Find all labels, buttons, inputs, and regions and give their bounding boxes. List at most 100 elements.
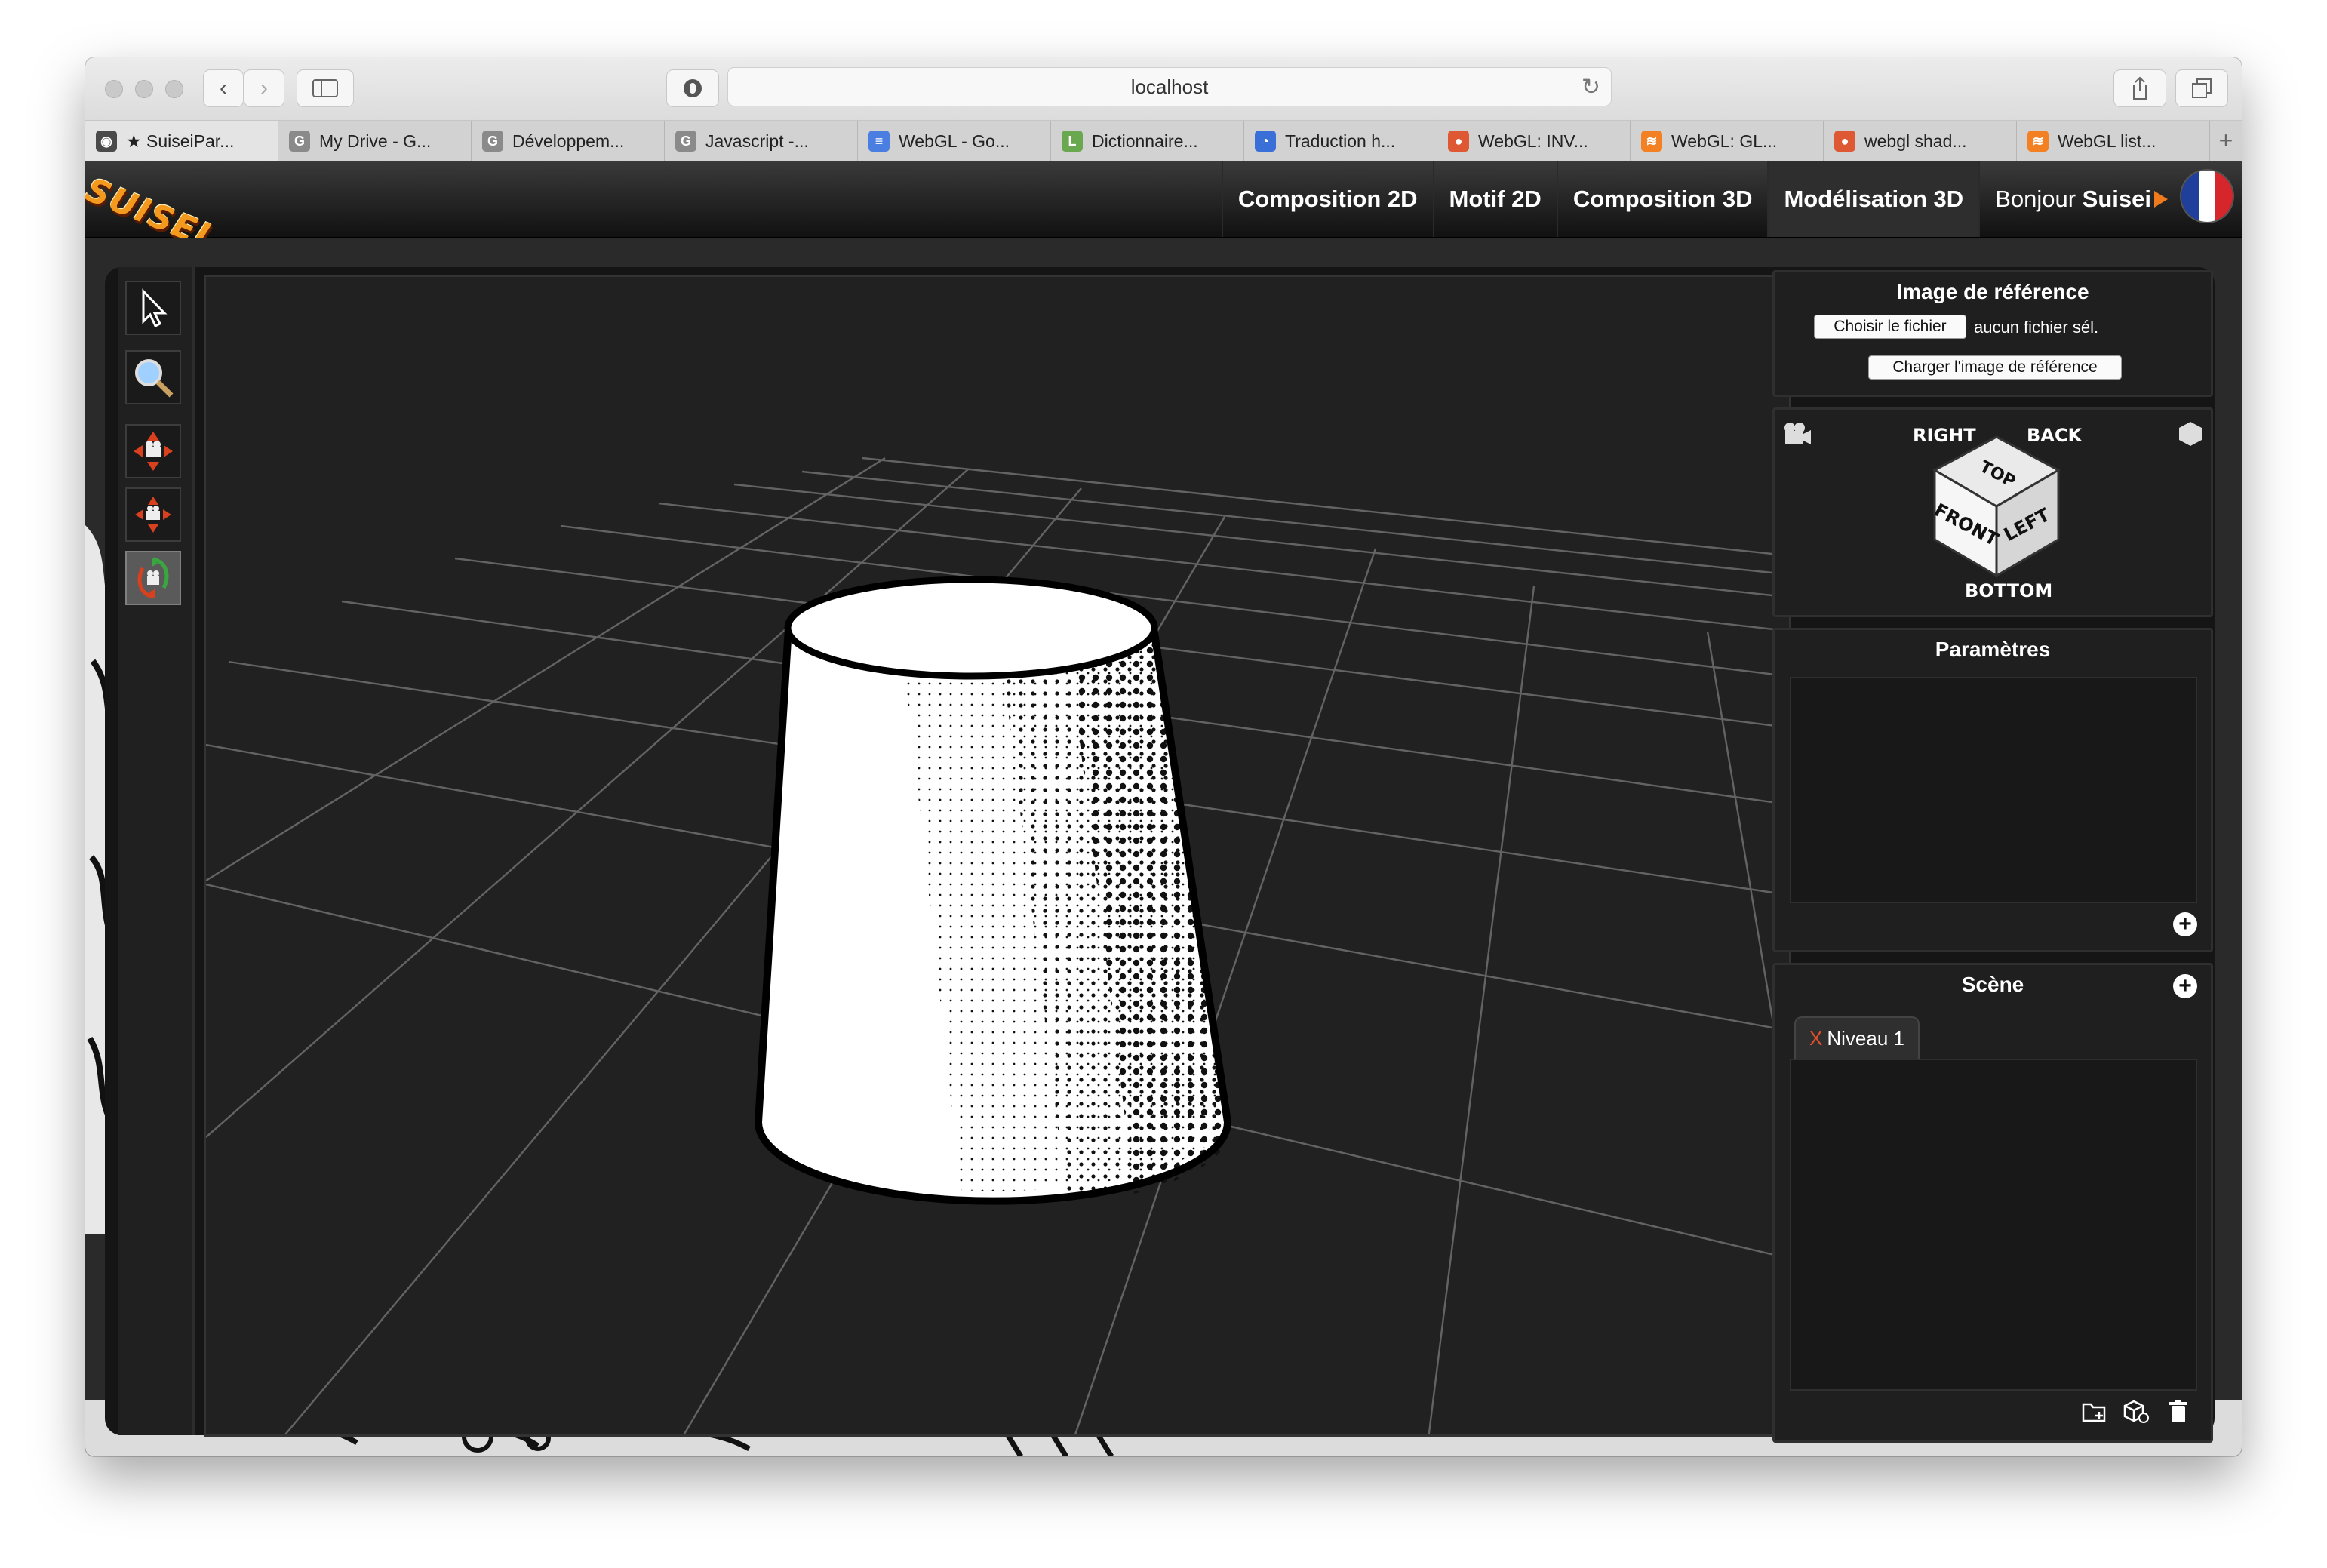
play-arrow-icon [2154,191,2168,208]
browser-tab-label: WebGL: GL... [1671,131,1778,151]
add-object-icon[interactable] [2123,1398,2149,1424]
scene-tab-niveau-1[interactable]: X Niveau 1 [1794,1016,1920,1059]
reload-icon[interactable]: ↻ [1582,74,1600,100]
nav-item[interactable]: Composition 2D [1221,161,1433,237]
stackoverflow-favicon: ≋ [2027,131,2049,152]
username: Suisei [2082,186,2151,212]
browser-tab-label: ★ SuiseiPar... [126,131,235,151]
select-tool-button[interactable] [125,281,181,335]
parameters-panel: Paramètres + [1772,628,2213,952]
orbit-camera-tool-button[interactable] [125,551,181,605]
google-favicon: G [675,131,696,152]
address-bar[interactable]: localhost ↻ [727,67,1612,106]
browser-tab-label: WebGL - Go... [899,131,1010,151]
tabs-icon [2192,78,2212,98]
browser-tab[interactable]: G Développem... [472,121,665,161]
app-content: Image de référence Choisir le fichier au… [85,238,2242,1456]
add-scene-button[interactable]: + [2173,974,2197,998]
google-favicon: G [289,131,310,152]
browser-tab[interactable]: ≋ WebGL: GL... [1631,121,1824,161]
docs-favicon: ≡ [868,131,890,152]
browser-window: ‹ › localhost ↻ ◉ ★ SuiseiPar... G My Drive… [85,57,2242,1456]
browser-tab[interactable]: ≋ WebGL list... [2017,121,2210,161]
scene-panel: Scène + X Niveau 1 [1772,963,2213,1443]
flag-stripe [2215,171,2233,222]
french-flag-language-button[interactable] [2181,171,2233,222]
zoom-tool-button[interactable] [125,350,181,404]
move-camera-tool-button[interactable] [125,487,181,542]
duckduckgo-favicon: ● [1834,131,1855,152]
share-icon [2133,76,2147,100]
minimize-window-button[interactable] [135,80,153,98]
plus-icon: + [2178,912,2192,936]
no-file-selected-text: aucun fichier sél. [1974,318,2099,337]
view-cube-panel: RIGHT BACK TOP FRONT LEFT BOTTOM [1772,407,2213,617]
load-reference-image-button[interactable]: Charger l'image de référence [1868,355,2122,380]
browser-tab[interactable]: ◉ ★ SuiseiPar... [85,121,278,161]
camera-icon[interactable] [1782,420,1812,446]
browser-tab-label: WebGL: INV... [1478,131,1588,151]
flag-stripe [2198,171,2216,222]
nav-item[interactable]: Motif 2D [1432,161,1557,237]
browser-tab[interactable]: G Javascript -... [665,121,858,161]
3d-viewport-canvas[interactable] [204,275,1791,1437]
scene-tree [1790,1059,2197,1391]
select-tool-icon [142,288,168,327]
shield-icon [684,79,702,97]
tab-overview-button[interactable] [2175,69,2228,107]
browser-tab[interactable]: ◔ Traduction h... [1244,121,1437,161]
duckduckgo-favicon: ● [1448,131,1469,152]
orbit-camera-tool-icon [137,557,169,599]
browser-tab[interactable]: ● WebGL: INV... [1437,121,1631,161]
new-tab-button[interactable]: + [2210,121,2242,161]
share-button[interactable] [2113,69,2166,107]
scene-tab-label: Niveau 1 [1827,1026,1904,1050]
browser-tab-label: webgl shad... [1864,131,1967,151]
dictionary-favicon: L [1062,131,1083,152]
browser-toolbar: ‹ › localhost ↻ [85,57,2242,121]
browser-tab-label: WebGL list... [2058,131,2156,151]
browser-tab[interactable]: G My Drive - G... [278,121,472,161]
pan-camera-tool-button[interactable] [125,424,181,478]
browser-tab-label: Développem... [512,131,625,151]
browser-tab-label: Dictionnaire... [1092,131,1198,151]
chevron-left-icon: ‹ [220,75,227,100]
forward-button[interactable]: › [244,69,284,107]
close-tab-icon[interactable]: X [1809,1027,1822,1050]
view-bottom-label[interactable]: BOTTOM [1965,580,2052,601]
close-window-button[interactable] [105,80,123,98]
hexagon-cube-icon[interactable] [2178,420,2203,447]
choose-file-button[interactable]: Choisir le fichier [1814,315,1966,339]
privacy-shield-button[interactable] [666,69,719,107]
add-folder-icon[interactable] [2081,1398,2107,1424]
tab-bar: ◉ ★ SuiseiPar... G My Drive - G... G Développ… [85,121,2242,161]
browser-tab[interactable]: ● webgl shad... [1824,121,2017,161]
browser-tab[interactable]: L Dictionnaire... [1051,121,1244,161]
user-menu[interactable]: Bonjour Suisei [1978,161,2183,237]
browser-tab-label: My Drive - G... [319,131,432,151]
sidebar-button[interactable] [297,69,354,107]
pan-camera-tool-icon [134,432,173,471]
parameters-list [1790,677,2197,903]
zoom-tool-icon [135,359,174,398]
view-cube[interactable]: TOP FRONT LEFT [1930,432,2063,580]
back-button[interactable]: ‹ [203,69,244,107]
google-favicon: G [482,131,503,152]
main-nav: Composition 2D Motif 2D Composition 3D Modé… [1221,161,2183,237]
nav-item[interactable]: Modélisation 3D [1767,161,1979,237]
add-parameter-button[interactable]: + [2173,912,2197,936]
flag-stripe [2181,171,2199,222]
sidebar-icon [312,79,338,97]
plus-icon: + [2178,973,2192,998]
browser-tab[interactable]: ≡ WebGL - Go... [858,121,1051,161]
cylinder-frustum-mesh [754,576,1232,1205]
zoom-window-button[interactable] [165,80,183,98]
trash-icon[interactable] [2166,1398,2191,1424]
translate-favicon: ◔ [1255,131,1276,152]
nav-item[interactable]: Composition 3D [1556,161,1768,237]
reference-panel-title: Image de référence [1896,280,2089,303]
parameters-panel-title: Paramètres [1935,638,2051,661]
browser-tab-label: Javascript -... [705,131,809,151]
url-text: localhost [1130,75,1209,98]
reference-image-panel: Image de référence Choisir le fichier au… [1772,270,2213,397]
